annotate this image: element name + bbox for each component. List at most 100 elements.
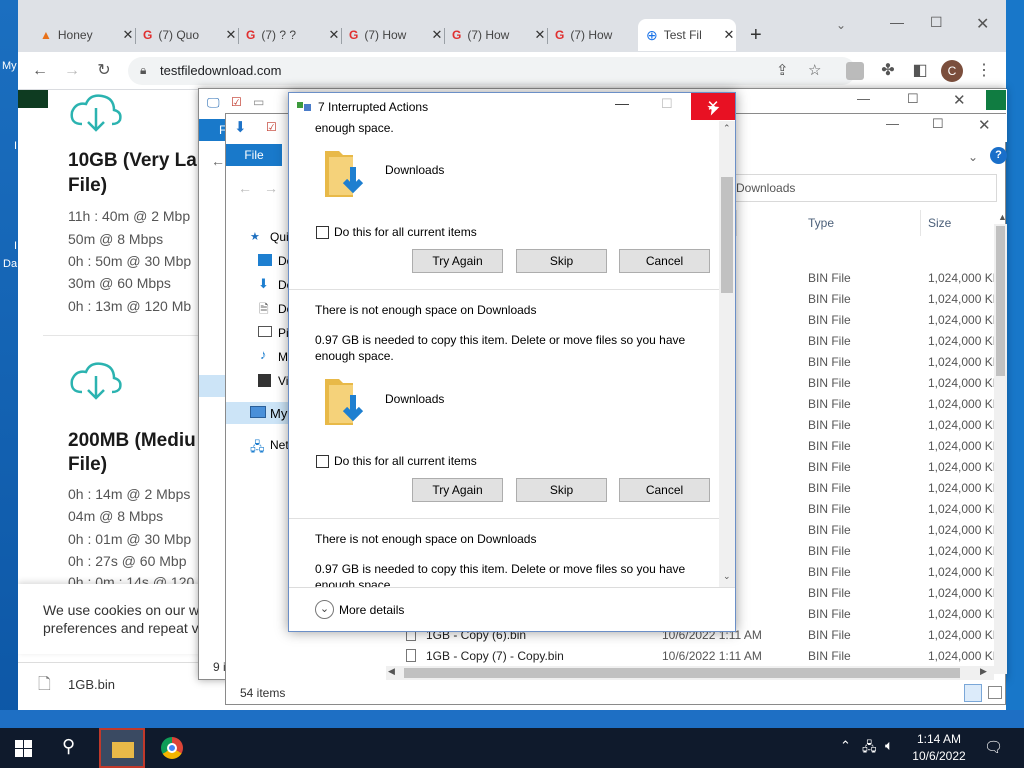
tab-title: (7) ? ?: [261, 28, 297, 42]
more-details-link[interactable]: More details: [339, 603, 404, 617]
close-icon[interactable]: ✕: [533, 27, 547, 43]
tab-search-icon[interactable]: ⌄: [836, 18, 846, 32]
maximize-icon[interactable]: ☐: [907, 91, 919, 107]
search-icon[interactable]: ⚲: [62, 736, 75, 757]
vertical-scrollbar[interactable]: [994, 224, 1007, 674]
nav-item-quick-access[interactable]: Qui: [270, 230, 289, 244]
cancel-button[interactable]: Cancel: [619, 478, 710, 502]
expand-ribbon-icon[interactable]: ⌄: [968, 150, 978, 164]
minimize-icon[interactable]: —: [890, 14, 904, 30]
tab-favicon-icon: G: [246, 28, 256, 42]
scroll-right-icon[interactable]: ▶: [980, 666, 987, 677]
scroll-up-icon[interactable]: ▲: [998, 212, 1007, 222]
browser-tab[interactable]: ▲ Honey ✕: [32, 19, 135, 51]
new-tab-button[interactable]: +: [750, 24, 762, 47]
scrollbar-thumb[interactable]: [721, 177, 733, 293]
browser-tab[interactable]: G(7) How✕: [547, 19, 650, 51]
forward-icon[interactable]: →: [60, 59, 84, 83]
try-again-button[interactable]: Try Again: [412, 249, 503, 273]
show-hidden-icons-icon[interactable]: ⌃: [840, 738, 851, 754]
network-icon[interactable]: 🖧: [862, 738, 877, 760]
close-icon[interactable]: ✕: [327, 27, 341, 43]
do-for-all-checkbox[interactable]: [316, 226, 329, 239]
profile-avatar[interactable]: C: [941, 60, 963, 82]
browser-tab[interactable]: G (7) ? ? ✕: [238, 19, 341, 51]
minimize-icon[interactable]: —: [615, 95, 629, 111]
music-icon: ♪: [260, 347, 267, 362]
share-icon[interactable]: ⇪: [776, 61, 789, 79]
details-view-icon[interactable]: [964, 684, 982, 702]
puzzle-extensions-icon[interactable]: ✤: [876, 59, 900, 83]
browser-tab[interactable]: G (7) Quo ✕: [135, 19, 238, 51]
minimize-icon[interactable]: —: [886, 116, 899, 131]
scrollbar-thumb[interactable]: [996, 226, 1005, 376]
bookmark-star-icon[interactable]: ☆: [808, 61, 821, 79]
file-explorer-taskbar-button[interactable]: [99, 728, 145, 768]
selected-nav-item: [199, 375, 227, 397]
column-header-size[interactable]: Size: [928, 216, 951, 230]
url-text: testfiledownload.com: [160, 63, 282, 78]
properties-icon[interactable]: ☑: [266, 120, 277, 134]
menu-icon[interactable]: ⋮: [972, 59, 996, 83]
notifications-icon[interactable]: 🗨: [984, 738, 1003, 756]
nav-item[interactable]: M: [278, 350, 288, 364]
back-icon[interactable]: ←: [28, 59, 52, 83]
chrome-taskbar-icon[interactable]: [161, 737, 183, 759]
skip-button[interactable]: Skip: [516, 478, 607, 502]
properties-icon[interactable]: ☑: [231, 95, 242, 109]
download-item[interactable]: 1GB.bin: [68, 677, 115, 692]
scrollbar-thumb[interactable]: [404, 668, 960, 678]
close-icon[interactable]: ✕: [121, 27, 135, 43]
nav-item-network[interactable]: Net: [270, 438, 289, 452]
large-icons-view-icon[interactable]: [988, 686, 1002, 699]
file-tab[interactable]: File: [226, 144, 282, 166]
skip-button[interactable]: Skip: [516, 249, 607, 273]
reload-icon[interactable]: ↻: [92, 59, 116, 83]
minimize-icon[interactable]: —: [857, 91, 870, 106]
new-folder-icon[interactable]: ▭: [253, 95, 264, 109]
chevron-down-icon[interactable]: ⌄: [315, 600, 334, 619]
scroll-down-icon[interactable]: ⌄: [723, 571, 731, 582]
close-icon[interactable]: ✕: [722, 27, 736, 43]
maximize-icon[interactable]: ☐: [932, 116, 944, 132]
browser-tab[interactable]: G(7) How✕: [341, 19, 444, 51]
column-header-type[interactable]: Type: [808, 216, 834, 230]
file-size: 1,024,000 KB: [928, 502, 994, 516]
dialog-scrollbar[interactable]: ⌃ ⌄: [719, 121, 735, 587]
help-icon[interactable]: ?: [990, 147, 1007, 164]
search-box[interactable]: Downloads: [731, 174, 997, 202]
extension-icon[interactable]: [846, 62, 864, 80]
forward-icon[interactable]: →: [264, 180, 278, 196]
windows-start-icon[interactable]: [15, 740, 32, 760]
browser-tab[interactable]: G(7) How✕: [444, 19, 547, 51]
close-icon[interactable]: ✕: [978, 116, 991, 134]
clock-time[interactable]: 1:14 AM: [914, 732, 964, 746]
close-icon[interactable]: ✕: [224, 27, 238, 43]
try-again-button[interactable]: Try Again: [412, 478, 503, 502]
close-icon[interactable]: ✕: [953, 91, 966, 109]
pictures-icon: [258, 326, 272, 337]
clock-date[interactable]: 10/6/2022: [910, 749, 968, 763]
back-icon[interactable]: ←: [211, 153, 225, 169]
tab-title: (7) How: [467, 28, 510, 42]
close-window-icon[interactable]: ✕: [976, 14, 989, 34]
download-shelf: 🗋 1GB.bin: [18, 662, 218, 710]
scroll-up-icon[interactable]: ⌃: [723, 123, 731, 134]
horizontal-scrollbar[interactable]: ◀ ▶: [386, 666, 994, 680]
nav-item-this-pc[interactable]: My: [270, 406, 287, 421]
browser-tab-active[interactable]: ⊕ Test Fil ✕: [638, 19, 736, 51]
file-size: 1,024,000 KB: [928, 460, 994, 474]
do-for-all-checkbox[interactable]: [316, 455, 329, 468]
cancel-button[interactable]: Cancel: [619, 249, 710, 273]
address-bar[interactable]: 🔒︎ testfiledownload.com ⇪ ☆: [128, 57, 856, 85]
side-panel-icon[interactable]: ◧: [908, 59, 932, 83]
back-icon[interactable]: ←: [238, 180, 252, 196]
cookie-text: We use cookies on our w: [43, 602, 200, 618]
close-icon[interactable]: ✕: [430, 27, 444, 43]
scroll-left-icon[interactable]: ◀: [388, 666, 395, 677]
nav-item[interactable]: Vi: [278, 374, 288, 388]
maximize-icon[interactable]: ☐: [930, 14, 943, 31]
desktop-icon-label: I: [14, 140, 18, 152]
volume-icon[interactable]: 🔈︎: [885, 737, 893, 754]
table-row[interactable]: 1GB - Copy (7) - Copy.bin 10/6/2022 1:11 …: [404, 646, 994, 666]
